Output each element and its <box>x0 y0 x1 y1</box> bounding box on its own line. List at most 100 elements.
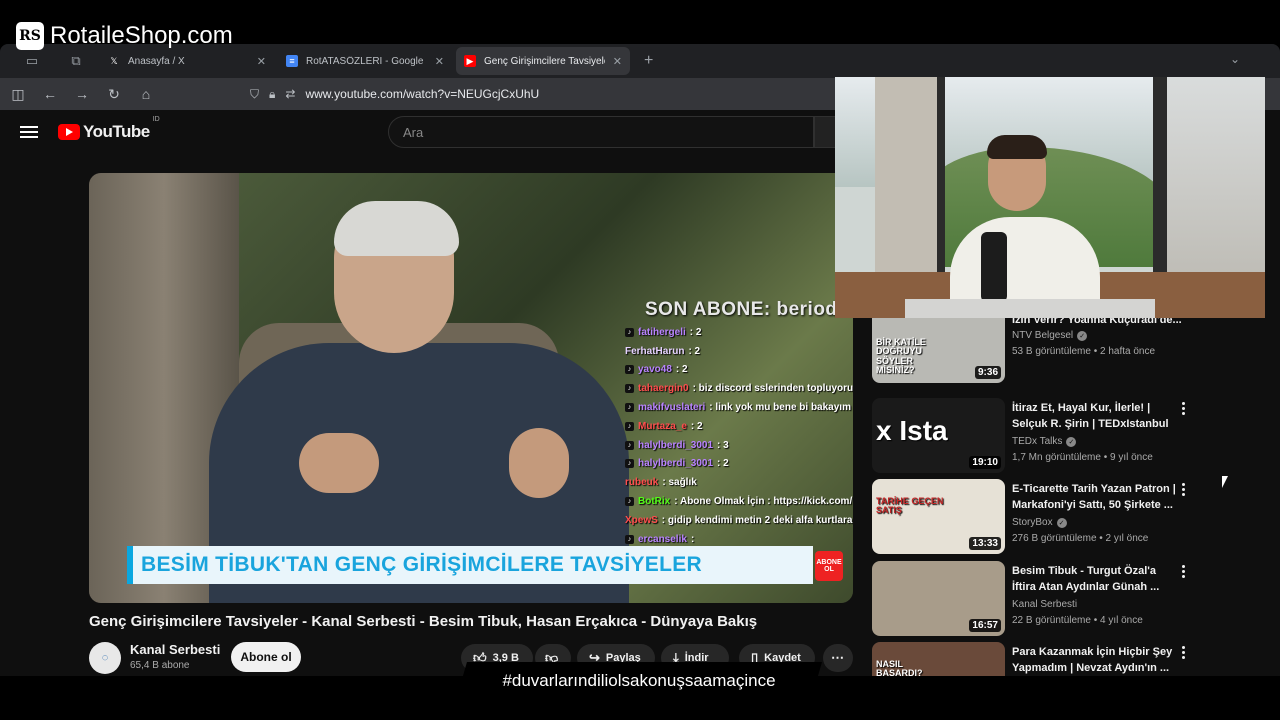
thumbnail-caption: NASIL BAŞARDI? <box>876 659 923 676</box>
video-thumbnail[interactable]: 16:57 <box>872 561 1005 636</box>
chat-message: ♪ halylberdi_3001: 3 <box>625 436 853 455</box>
last-subscriber-overlay: SON ABONE: beriodas <box>645 299 853 320</box>
chat-badge-icon: ♪ <box>625 327 634 337</box>
stream-chat-overlay: ♪ fatihergeli: 2 FerhatHarun: 2 ♪ yavo48: 2 ♪… <box>625 323 853 549</box>
close-icon[interactable]: ✕ <box>435 55 444 68</box>
chat-badge-icon: ♪ <box>625 421 634 431</box>
channel-name: TEDx Talks <box>1012 436 1063 447</box>
docs-icon: ≡ <box>286 55 298 67</box>
related-video-channel[interactable]: NTV Belgesel ✓ <box>1012 330 1088 341</box>
thumbnail-caption: TARİHE GEÇEN SATIŞ <box>876 496 944 516</box>
channel-avatar[interactable]: ◯ <box>89 642 121 674</box>
more-horizontal-icon: ⋯ <box>831 650 844 665</box>
related-video-title[interactable]: İtiraz Et, Hayal Kur, İlerle! | Selçuk R… <box>1012 400 1182 432</box>
related-video-title[interactable]: Besim Tibuk - Turgut Özal'a İftira Atan … <box>1012 563 1182 595</box>
chat-username: makifvuslateri <box>638 402 706 414</box>
video-thumbnail[interactable]: NASIL BAŞARDI? <box>872 642 1005 676</box>
tab-youtube[interactable]: ▶ Genç Girişimcilere Tavsiyeler - K... ✕ <box>456 47 630 75</box>
workspaces-icon[interactable]: ▭ <box>12 48 52 74</box>
related-video-meta: 22 B görüntüleme • 4 yıl önce <box>1012 615 1143 626</box>
subscriber-count: 65,4 B abone <box>130 660 190 671</box>
youtube-logo[interactable]: YouTube ID <box>58 116 160 142</box>
chat-message: XpewS: gidip kendimi metin 2 deki alfa k… <box>625 511 853 530</box>
verified-icon: ✓ <box>1066 436 1077 447</box>
more-vertical-icon[interactable] <box>1182 483 1185 496</box>
chat-text: : 2 <box>690 420 703 432</box>
channel-name: Kanal Serbesti <box>1012 599 1078 610</box>
chat-badge-icon: ♪ <box>625 534 634 544</box>
related-video-item[interactable]: TARİHE GEÇEN SATIŞ 13:33 E-Ticarette Tarih… <box>872 479 1252 555</box>
related-video-item[interactable]: BİR KATİLE DOĞRUYU SÖYLER MİSİNİZ? 9:36 İz… <box>872 308 1252 394</box>
more-actions-button[interactable]: ⋯ <box>823 644 853 672</box>
lock-icon[interactable]: 🔒︎ <box>269 87 275 102</box>
url-field[interactable]: www.youtube.com/watch?v=NEUGcjCxUhU <box>305 87 539 101</box>
x-icon: 𝕏 <box>110 55 118 66</box>
related-video-channel[interactable]: Kanal Serbesti <box>1012 599 1077 610</box>
chat-text: : 2 <box>689 326 702 338</box>
related-video-title[interactable]: Para Kazanmak İçin Hiçbir Şey Yapmadım |… <box>1012 644 1182 676</box>
chat-username: XpewS <box>625 514 658 526</box>
home-icon[interactable]: ⌂ <box>138 86 154 102</box>
chat-message: FerhatHarun: 2 <box>625 342 853 361</box>
video-thumbnail[interactable]: x Ista 19:10 <box>872 398 1005 473</box>
chat-username: fatihergeli <box>638 326 686 338</box>
chat-badge-icon: ♪ <box>625 384 634 394</box>
chat-text: : gidip kendimi metin 2 deki alfa kurtla… <box>661 514 853 526</box>
chat-message: ♪ Murtaza_e: 2 <box>625 417 853 436</box>
forward-icon[interactable]: → <box>74 86 90 102</box>
more-vertical-icon[interactable] <box>1182 565 1185 578</box>
video-player[interactable]: SON ABONE: beriodas ♪ fatihergeli: 2 Ferha… <box>89 173 853 603</box>
new-tab-button[interactable]: + <box>634 52 663 70</box>
search-input[interactable]: Ara <box>388 116 814 148</box>
related-video-channel[interactable]: StoryBox ✓ <box>1012 517 1067 528</box>
chat-message: ♪ BotRix: Abone Olmak İçin : https://kick… <box>625 492 853 511</box>
video-thumbnail[interactable]: BİR KATİLE DOĞRUYU SÖYLER MİSİNİZ? 9:36 <box>872 308 1005 383</box>
chat-text: : 2 <box>688 345 701 357</box>
chat-username: rubeuk <box>625 477 659 489</box>
youtube-icon: ▶ <box>464 55 476 67</box>
tab-docs[interactable]: ≡ RotATASÖZLERİ - Google Dokü... ✕ <box>278 47 452 75</box>
chat-text: : 3 <box>717 439 729 451</box>
menu-icon[interactable] <box>20 126 38 138</box>
related-video-item[interactable]: x Ista 19:10 İtiraz Et, Hayal Kur, İlerle!… <box>872 398 1252 474</box>
shield-icon[interactable]: ⛉ <box>250 87 259 102</box>
close-icon[interactable]: ✕ <box>257 55 266 68</box>
related-video-title[interactable]: E-Ticarette Tarih Yazan Patron | Markafo… <box>1012 481 1182 513</box>
tab-manager-icon[interactable]: ⧉ <box>56 48 96 74</box>
related-video-item[interactable]: NASIL BAŞARDI? Para Kazanmak İçin Hiçbir … <box>872 642 1252 676</box>
chat-text: : Abone Olmak İçin : https://kick.com/ro… <box>674 496 853 508</box>
chat-badge-icon: ♪ <box>625 497 634 507</box>
hashtag-text: #duvarlarındiliolsakonuşsaamaçince <box>502 671 776 690</box>
watermark-logo: RS <box>16 22 44 50</box>
lower-third-banner: BESİM TİBUK'TAN GENÇ GİRİŞİMCİLERE TAVSİ… <box>127 546 813 584</box>
reload-icon[interactable]: ↻ <box>106 86 122 103</box>
thumbnail-caption: x Ista <box>876 415 948 446</box>
sidebar-toggle-icon[interactable]: ◫ <box>10 86 26 103</box>
more-vertical-icon[interactable] <box>1182 402 1185 415</box>
close-icon[interactable]: ✕ <box>613 55 622 68</box>
chat-badge-icon: ♪ <box>625 403 634 413</box>
tab-x[interactable]: 𝕏 Anasayfa / X ✕ <box>100 47 274 75</box>
related-video-meta: 53 B görüntüleme • 2 hafta önce <box>1012 346 1156 357</box>
chat-text: : link yok mu bene bi bakayım <box>709 402 851 414</box>
related-video-channel[interactable]: TEDx Talks ✓ <box>1012 436 1077 447</box>
chevron-down-icon[interactable]: ⌄ <box>1230 52 1240 66</box>
more-vertical-icon[interactable] <box>1182 646 1185 659</box>
chat-message: ♪ tahaergin0: biz discord sslerinden topl… <box>625 379 853 398</box>
chat-username: halylberdi_3001 <box>638 458 714 470</box>
chat-username: ercanselik <box>638 533 687 545</box>
video-duration: 19:10 <box>969 456 1001 469</box>
permissions-icon[interactable]: ⇄ <box>285 87 295 101</box>
channel-name: NTV Belgesel <box>1012 330 1074 341</box>
subscribe-button[interactable]: Abone ol <box>231 642 301 672</box>
related-video-item[interactable]: 16:57 Besim Tibuk - Turgut Özal'a İftira … <box>872 561 1252 637</box>
webcam-overlay <box>835 77 1265 318</box>
chat-username: halylberdi_3001 <box>638 439 714 451</box>
channel-name[interactable]: Kanal Serbesti <box>130 642 220 657</box>
back-icon[interactable]: ← <box>42 86 58 102</box>
chat-text: : biz discord sslerinden topluyoruz <box>692 383 853 395</box>
video-thumbnail[interactable]: TARİHE GEÇEN SATIŞ 13:33 <box>872 479 1005 554</box>
tab-title: RotATASÖZLERİ - Google Dokü... <box>306 55 427 67</box>
verified-icon: ✓ <box>1077 330 1088 341</box>
channel-name: StoryBox <box>1012 517 1053 528</box>
